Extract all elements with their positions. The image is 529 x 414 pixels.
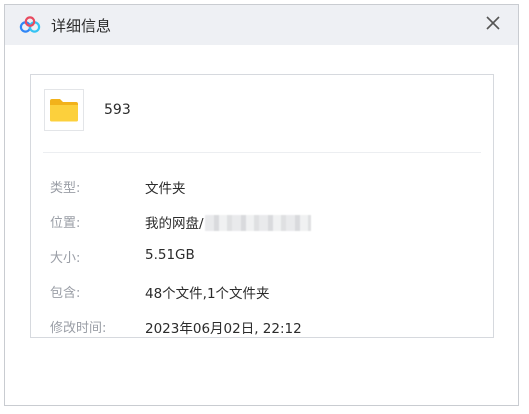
folder-icon	[50, 99, 78, 122]
file-name: 593	[104, 102, 131, 118]
detail-value: 2023年06月02日, 22:12	[145, 321, 302, 337]
detail-label: 位置:	[50, 216, 81, 231]
close-icon[interactable]	[482, 12, 504, 34]
location-path[interactable]: 我的网盘/	[145, 216, 204, 232]
details-card: 593 类型: 文件夹 位置: 我的网盘/ 大小: 5.51GB 包含: 48个…	[30, 74, 494, 338]
details-dialog: 详细信息 593 类型: 文件夹 位置: 我的网盘/ 大小: 5.51GB 包含	[4, 4, 519, 406]
baidu-netdisk-logo-icon	[19, 16, 41, 33]
detail-label: 修改时间:	[50, 321, 107, 336]
divider	[43, 152, 481, 153]
detail-row-contains: 包含: 48个文件,1个文件夹	[50, 282, 483, 302]
detail-value: 5.51GB	[145, 247, 195, 263]
detail-label: 大小:	[50, 251, 81, 266]
detail-value: 48个文件,1个文件夹	[145, 286, 270, 302]
detail-value: 文件夹	[145, 181, 186, 197]
dialog-title: 详细信息	[51, 17, 112, 35]
blurred-path	[204, 215, 311, 231]
title-bar[interactable]: 详细信息	[5, 5, 518, 45]
file-thumbnail	[44, 89, 84, 131]
detail-row-location: 位置: 我的网盘/	[50, 212, 483, 232]
detail-row-size: 大小: 5.51GB	[50, 247, 483, 267]
detail-row-modified: 修改时间: 2023年06月02日, 22:12	[50, 317, 483, 337]
detail-row-type: 类型: 文件夹	[50, 177, 483, 197]
detail-label: 类型:	[50, 181, 81, 196]
detail-value-wrap: 我的网盘/	[145, 212, 311, 232]
detail-label: 包含:	[50, 286, 81, 301]
